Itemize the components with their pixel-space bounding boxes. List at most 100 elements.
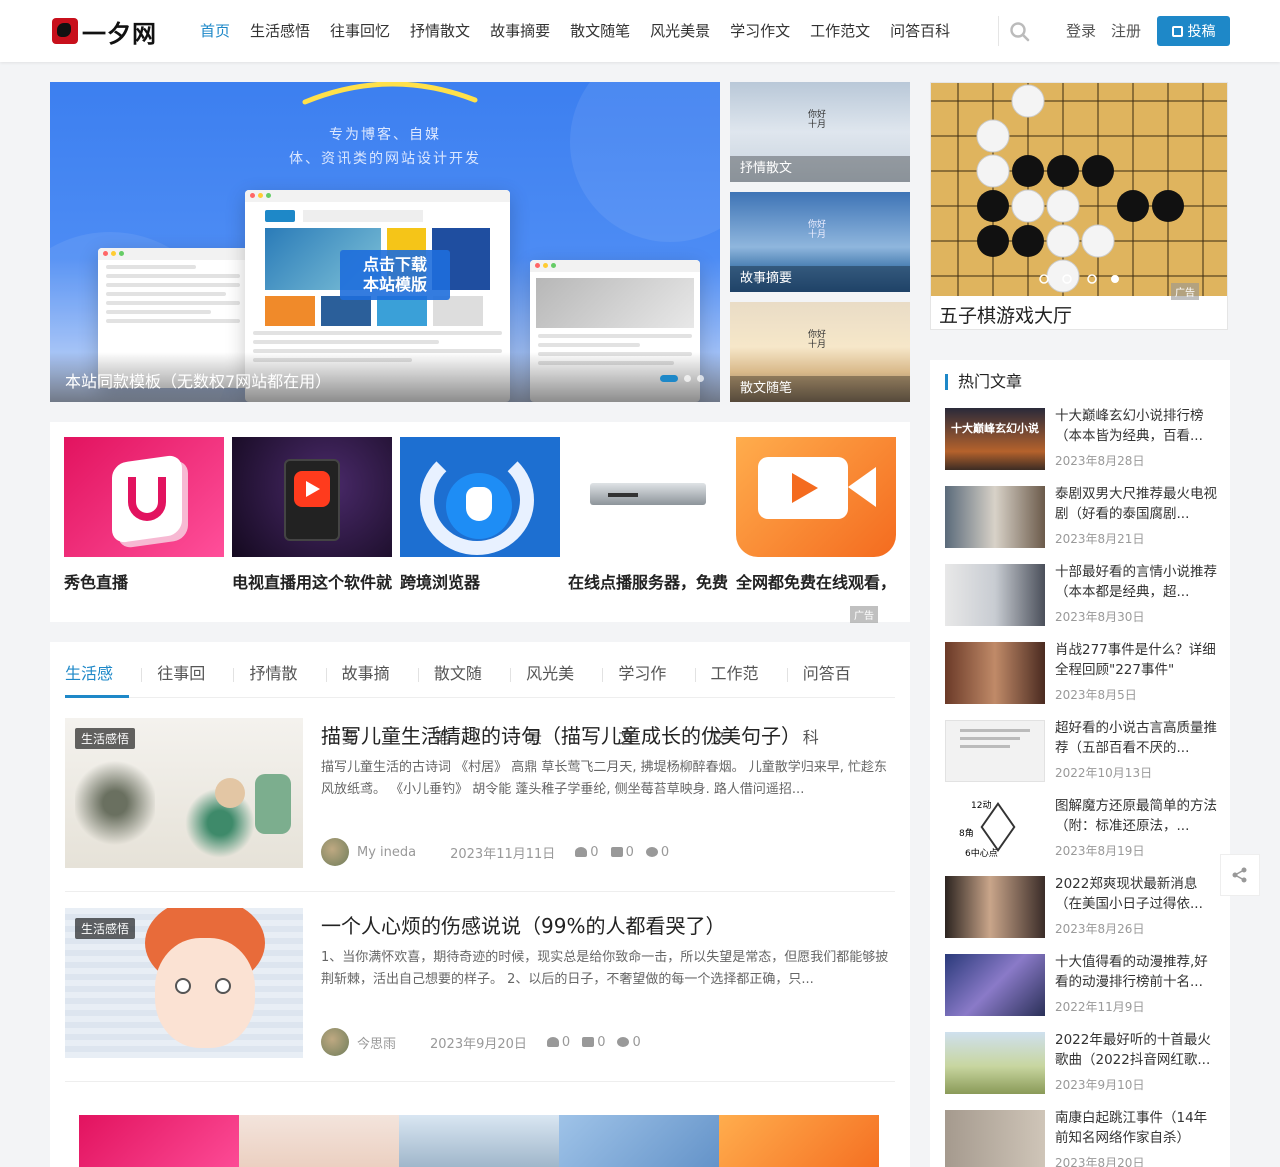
hot-article-thumbnail[interactable] (945, 954, 1045, 1016)
nav-item-life[interactable]: 生活感悟 (240, 0, 320, 62)
article-title[interactable]: 描写儿童生活情趣的诗句（描写儿童成长的优美句子） (321, 720, 801, 749)
download-template-button[interactable]: 点击下载 本站模版 (340, 250, 450, 300)
app-card[interactable]: 跨境浏览器 (400, 437, 560, 593)
nav-item-stories[interactable]: 故事摘要 (480, 0, 560, 62)
hot-article-thumbnail[interactable] (945, 876, 1045, 938)
hot-article-thumbnail[interactable] (945, 720, 1045, 782)
hot-article-item[interactable]: 泰剧双男大尺推荐最火电视剧（好看的泰国腐剧... 2023年8月21日 (945, 486, 1220, 552)
ad-image (79, 1115, 239, 1167)
hot-article-thumbnail[interactable] (945, 642, 1045, 704)
post-date: 2023年11月11日 (450, 846, 556, 862)
tab-memories[interactable]: 往事回忆 (157, 642, 235, 747)
inline-ad-strip[interactable] (79, 1115, 879, 1167)
avatar[interactable] (321, 1028, 349, 1056)
hot-article-title[interactable]: 2022年最好听的十首最火歌曲（2022抖音网红歌... (1055, 1030, 1217, 1070)
side-feature-2[interactable]: 你好 十月 故事摘要 (730, 192, 910, 292)
hot-article-item[interactable]: 十部最好看的言情小说推荐（本本都是经典，超... 2023年8月30日 (945, 564, 1220, 630)
banner-caption[interactable]: 本站同款模板（无数权7网站都在用） (50, 352, 720, 402)
thumbs-up-icon (582, 1037, 595, 1047)
nav-item-lyric-prose[interactable]: 抒情散文 (400, 0, 480, 62)
hot-article-item[interactable]: 12动 8角 6中心点 图解魔方还原最简单的方法（附：标准还原法，... 202… (945, 798, 1220, 864)
author-name[interactable]: My ineda (357, 845, 416, 860)
side-feature-1[interactable]: 你好 十月 抒情散文 (730, 82, 910, 182)
share-icon (1232, 867, 1247, 883)
hot-article-title[interactable]: 十大巅峰玄幻小说排行榜（本本皆为经典，百看... (1055, 406, 1217, 446)
app-card[interactable]: 在线点播服务器，免费 (568, 437, 728, 593)
article-thumbnail[interactable]: 生活感悟 (65, 908, 303, 1058)
carousel-dot[interactable] (684, 375, 691, 382)
hot-article-thumbnail[interactable]: 12动 8角 6中心点 (945, 798, 1045, 860)
hot-article-title[interactable]: 十部最好看的言情小说推荐（本本都是经典，超... (1055, 562, 1217, 602)
register-link[interactable]: 注册 (1111, 20, 1141, 41)
hot-article-title[interactable]: 超好看的小说古言高质量推荐（五部百看不厌的... (1055, 718, 1217, 758)
tab-scenery[interactable]: 风光美景 (526, 642, 604, 747)
hot-article-item[interactable]: 2022年最好听的十首最火歌曲（2022抖音网红歌... 2023年9月10日 (945, 1032, 1220, 1098)
thumbs-count: 0 (582, 1035, 605, 1050)
tab-stories[interactable]: 故事摘要 (342, 642, 420, 747)
hot-article-item[interactable]: 超好看的小说古言高质量推荐（五部百看不厌的... 2022年10月13日 (945, 720, 1220, 786)
hot-article-item[interactable]: 2022郑爽现状最新消息（在美国小日子过得依... 2023年8月26日 (945, 876, 1220, 942)
article-card[interactable]: 生活感悟 一个人心烦的伤感说说（99%的人都看哭了） 1、当你满怀欢喜，期待奇迹… (65, 892, 895, 1082)
share-button[interactable] (1220, 854, 1260, 896)
hot-article-thumbnail[interactable] (945, 1110, 1045, 1167)
login-link[interactable]: 登录 (1066, 20, 1096, 41)
tab-compositions[interactable]: 学习作文 (618, 642, 696, 747)
nav-item-qa[interactable]: 问答百科 (880, 0, 960, 62)
tab-essays[interactable]: 散文随笔 (434, 642, 512, 747)
tab-qa[interactable]: 问答百科 (803, 642, 880, 747)
site-header: 一夕网 首页 生活感悟 往事回忆 抒情散文 故事摘要 散文随笔 风光美景 学习作… (0, 0, 1280, 62)
hero-banner[interactable]: 专为博客、自媒 体、资讯类的网站设计开发 点击下载 本站模版 本站同款模板（无数… (50, 82, 720, 402)
author-name[interactable]: 今思雨 (357, 1033, 396, 1052)
nav-item-scenery[interactable]: 风光美景 (640, 0, 720, 62)
carousel-dot[interactable] (697, 375, 704, 382)
nav-item-work-docs[interactable]: 工作范文 (800, 0, 880, 62)
feature-label: 故事摘要 (730, 266, 910, 292)
nav-item-memories[interactable]: 往事回忆 (320, 0, 400, 62)
hot-article-title[interactable]: 2022郑爽现状最新消息（在美国小日子过得依... (1055, 874, 1217, 914)
like-count-value: 0 (590, 844, 599, 860)
edit-icon (1171, 25, 1183, 37)
article-card[interactable]: 生活感悟 描写儿童生活情趣的诗句（描写儿童成长的优美句子） 描写儿童生活的古诗词… (65, 702, 895, 892)
ad-badge: 广告 (1171, 283, 1199, 300)
ad-badge: 广告 (850, 606, 878, 623)
hot-article-item[interactable]: 十大值得看的动漫推荐,好看的动漫排行榜前十名... 2022年11月9日 (945, 954, 1220, 1020)
avatar[interactable] (321, 838, 349, 866)
hot-article-thumbnail[interactable] (945, 486, 1045, 548)
hot-article-title[interactable]: 泰剧双男大尺推荐最火电视剧（好看的泰国腐剧... (1055, 484, 1217, 524)
app-card[interactable]: 电视直播用这个软件就 (232, 437, 392, 593)
app-card[interactable]: 秀色直播 (64, 437, 224, 593)
hot-article-item[interactable]: 十大巅峰玄幻小说 十大巅峰玄幻小说排行榜（本本皆为经典，百看... 2023年8… (945, 408, 1220, 474)
hot-article-date: 2023年8月20日 (1055, 1156, 1145, 1167)
nav-item-home[interactable]: 首页 (190, 0, 240, 62)
hot-article-title[interactable]: 肖战277事件是什么？详细全程回顾"227事件" (1055, 640, 1217, 680)
article-thumbnail[interactable]: 生活感悟 (65, 718, 303, 868)
hot-article-thumbnail[interactable] (945, 1032, 1045, 1094)
article-excerpt: 1、当你满怀欢喜，期待奇迹的时候，现实总是给你致命一击，所以失望是常态，但愿我们… (321, 950, 889, 987)
app-ad-row: 秀色直播 电视直播用这个软件就 跨境浏览器 在线点播服务器，免费 全网都免费在线… (50, 422, 910, 623)
comment-icon (645, 847, 658, 857)
comment-count-value: 0 (660, 844, 670, 860)
search-icon[interactable] (1008, 20, 1032, 44)
nav-item-essays[interactable]: 散文随笔 (560, 0, 640, 62)
app-card[interactable]: 全网都免费在线观看， (736, 437, 896, 593)
gomoku-ad[interactable]: 广告 五子棋游戏大厅 (930, 82, 1228, 330)
hot-article-item[interactable]: 南康白起跳江事件（14年前知名网络作家自杀） 2023年8月20日 (945, 1110, 1220, 1167)
feature-label: 散文随笔 (730, 376, 910, 402)
article-title[interactable]: 一个人心烦的伤感说说（99%的人都看哭了） (321, 910, 725, 939)
side-feature-3[interactable]: 你好 十月 散文随笔 (730, 302, 910, 402)
nav-item-compositions[interactable]: 学习作文 (720, 0, 800, 62)
hot-article-item[interactable]: 肖战277事件是什么？详细全程回顾"227事件" 2023年8月5日 (945, 642, 1220, 708)
hot-article-thumbnail[interactable] (945, 564, 1045, 626)
tab-lyric-prose[interactable]: 抒情散文 (249, 642, 327, 747)
hot-article-thumbnail[interactable]: 十大巅峰玄幻小说 (945, 408, 1045, 470)
gomoku-title[interactable]: 五子棋游戏大厅 (939, 301, 1072, 328)
site-logo[interactable]: 一夕网 (52, 16, 157, 48)
carousel-dot-active[interactable] (660, 375, 678, 382)
tab-life[interactable]: 生活感悟 (65, 642, 143, 747)
hot-article-title[interactable]: 十大值得看的动漫推荐,好看的动漫排行榜前十名... (1055, 952, 1217, 992)
hot-article-title[interactable]: 图解魔方还原最简单的方法（附：标准还原法，... (1055, 796, 1217, 836)
post-button[interactable]: 投稿 (1157, 16, 1230, 46)
widget-title: 热门文章 (945, 374, 1022, 390)
tab-work-docs[interactable]: 工作范文 (711, 642, 788, 747)
hot-article-title[interactable]: 南康白起跳江事件（14年前知名网络作家自杀） (1055, 1108, 1217, 1148)
